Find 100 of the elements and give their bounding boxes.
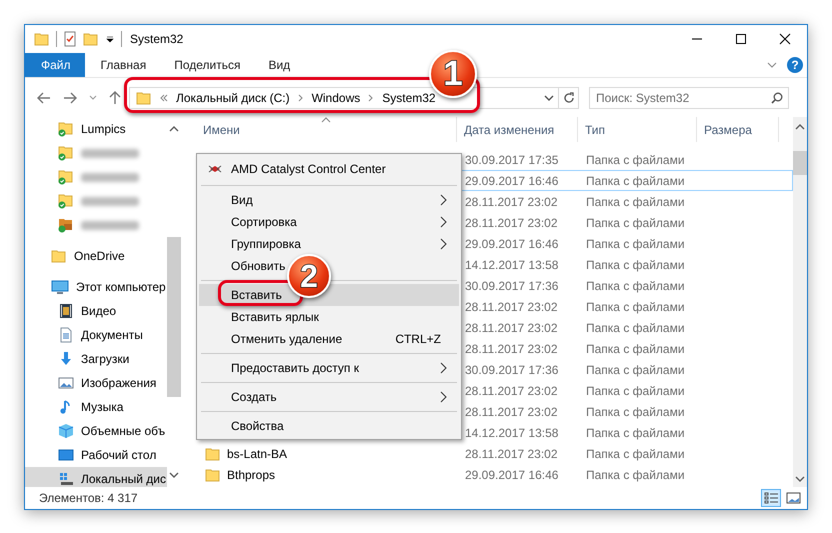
menu-item[interactable]: Группировка [231,237,301,251]
maximize-icon[interactable] [735,33,747,45]
nav-item[interactable]: OneDrive [25,244,167,268]
refresh-button[interactable] [559,86,579,108]
folder-icon [205,468,221,482]
nav-item-label: Загрузки [81,352,130,366]
scroll-down-icon[interactable] [795,475,805,483]
double-chevron-icon[interactable] [160,94,168,102]
folder-icon [51,249,67,263]
scroll-up-icon[interactable] [795,123,805,131]
window-title: System32 [130,32,184,46]
menu-item[interactable]: Предоставить доступ к [231,361,359,375]
nav-item[interactable]: Изображения [25,371,167,395]
nav-item[interactable]: Видео [25,299,167,323]
search-field[interactable]: Поиск: System32 [589,86,789,108]
chevron-right-icon [440,238,447,250]
shortcut-label: CTRL+Z [395,332,442,346]
nav-item[interactable]: Музыка [25,395,167,419]
nav-item-label: Документы [81,328,143,342]
blurred-label [81,220,139,230]
file-menu-tab[interactable]: Файл [25,53,85,77]
computer-icon [51,279,69,295]
up-arrow-icon[interactable] [109,90,121,104]
media-folder-icon [58,217,74,233]
ribbon-tab[interactable]: Поделиться [160,53,254,77]
chevron-right-icon[interactable] [298,94,304,102]
column-header[interactable]: Дата изменения [464,122,554,136]
menu-item[interactable]: Сортировка [231,215,297,229]
film-icon [58,303,74,319]
file-date: 30.09.2017 17:35 [465,152,558,166]
file-type: Папка с файлами [586,384,685,398]
folder-icon [34,32,50,46]
cube-icon [58,423,74,439]
ribbon-tab[interactable]: Главная [86,53,160,77]
menu-item[interactable]: Обновить [231,259,286,273]
drive-icon [58,471,74,487]
nav-item[interactable]: Этот компьютер [25,275,167,299]
menu-item[interactable]: Отменить удаление [231,332,342,346]
column-header[interactable]: Тип [585,122,606,136]
help-button[interactable]: ? [787,57,803,73]
file-date: 28.11.2017 23:02 [465,194,558,208]
breadcrumb-segment[interactable]: Windows [312,90,360,104]
chevron-right-icon [440,391,447,403]
menu-item[interactable]: Свойства [231,419,284,433]
folder-icon [83,32,99,46]
nav-item[interactable]: Lumpics [25,117,167,141]
forward-arrow-icon[interactable] [63,92,77,104]
nav-item[interactable]: Загрузки [25,347,167,371]
dropdown-caret-icon[interactable] [105,34,115,44]
view-mode-button[interactable] [761,489,781,507]
nav-item-label: Локальный дис [81,472,166,486]
document-icon [58,327,74,343]
file-row[interactable]: bs-Latn-BA 28.11.2017 23:02 Папка с файлами [201,443,793,464]
selected-nav-item[interactable]: Локальный дис [25,467,167,487]
nav-item-label: Изображения [81,376,156,390]
file-date: 29.09.2017 16:46 [465,174,558,188]
nav-item[interactable]: Рабочий стол [25,443,167,467]
menu-item[interactable]: Создать [231,390,277,404]
scrollbar-thumb[interactable] [167,237,181,397]
file-type: Папка с файлами [586,300,685,314]
file-type: Папка с файлами [586,174,685,188]
column-header[interactable]: Имени [203,122,240,136]
back-arrow-icon[interactable] [37,92,51,104]
file-row[interactable]: Bthprops 29.09.2017 16:46 Папка с файлами [201,464,793,485]
sort-caret-icon[interactable] [321,117,331,123]
file-name[interactable]: bs-Latn-BA [227,446,288,460]
picture-view-icon [786,491,800,505]
file-date: 28.11.2017 23:02 [465,342,558,356]
synced-folder-icon [58,145,74,161]
scroll-down-icon[interactable] [169,471,179,479]
folder-icon [205,446,221,460]
synced-folder-icon [58,193,74,209]
close-icon[interactable] [779,33,791,45]
chevron-right-icon[interactable] [368,94,374,102]
search-icon [771,92,783,104]
file-type: Папка с файлами [586,258,685,272]
picture-icon [58,375,74,391]
file-date: 28.11.2017 23:02 [465,446,558,460]
file-type: Папка с файлами [586,278,685,292]
scrollbar-thumb[interactable] [793,151,807,175]
file-type: Папка с файлами [586,468,685,482]
chevron-down-icon[interactable] [544,94,554,102]
file-date: 30.09.2017 17:36 [465,362,558,376]
breadcrumb-segment[interactable]: Локальный диск (C:) [176,90,290,104]
menu-item[interactable]: Вид [231,193,253,207]
nav-item[interactable]: Документы [25,323,167,347]
file-date: 29.09.2017 16:46 [465,468,558,482]
chevron-down-icon[interactable] [767,61,777,69]
nav-item[interactable]: Объемные объ [25,419,167,443]
download-arrow-icon [58,351,74,367]
file-name[interactable]: Bthprops [227,468,276,482]
menu-item[interactable]: Вставить ярлык [231,310,319,324]
details-view-icon [764,491,778,505]
nav-item-label: Объемные объ [81,424,166,438]
column-header[interactable]: Размера [704,122,752,136]
scroll-up-icon[interactable] [169,125,179,133]
synced-folder-icon [58,169,74,185]
chevron-right-icon [440,362,447,374]
file-type: Папка с файлами [586,404,685,418]
ribbon-tab[interactable]: Вид [254,53,304,77]
